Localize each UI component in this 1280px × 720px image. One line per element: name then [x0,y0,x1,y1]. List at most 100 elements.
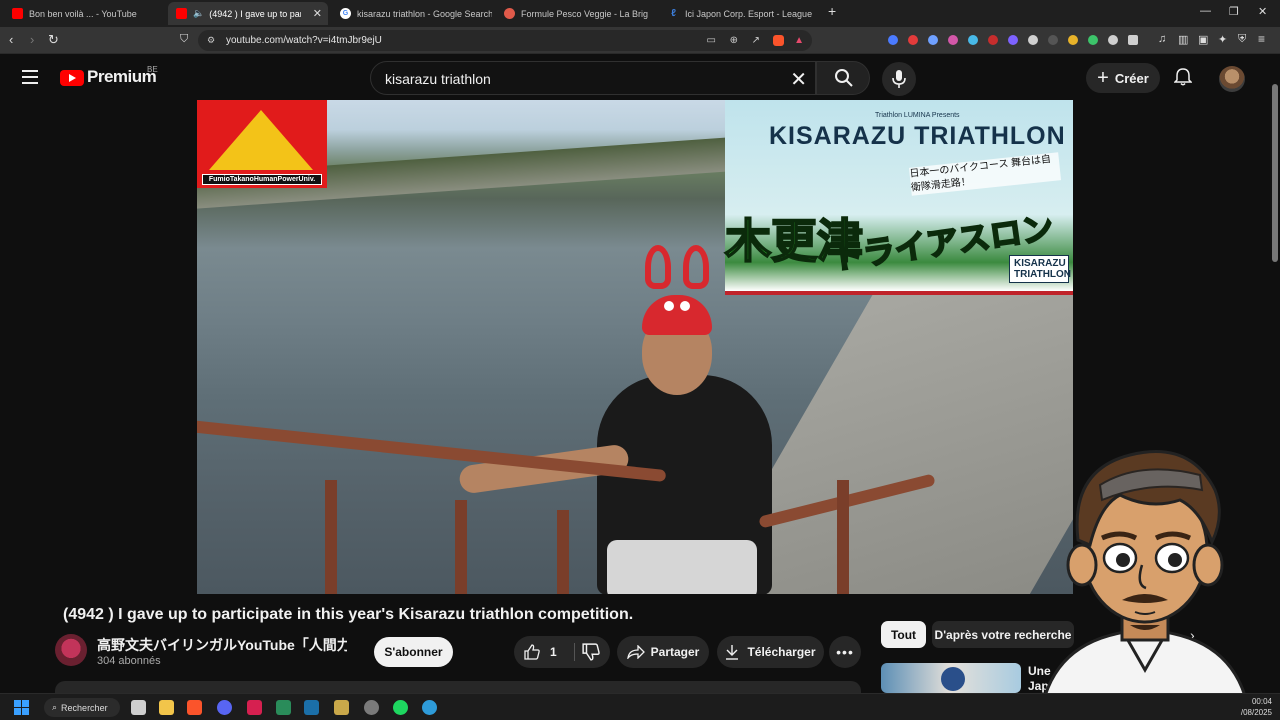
taskbar-search[interactable]: ⌕ Rechercher [44,698,120,717]
browser-tab[interactable]: Formule Pesco Veggie - La Brigade d [496,2,656,25]
like-divider [574,643,575,661]
menu-icon[interactable]: ≡ [1258,32,1265,46]
scrollbar-thumb[interactable] [1272,84,1278,262]
extension-icon[interactable] [948,35,958,45]
windows-start-icon[interactable] [14,700,29,715]
search-input[interactable]: kisarazu triathlon [385,71,491,87]
video-crab-hat-claw [645,245,671,289]
back-icon[interactable]: ‹ [9,32,13,47]
voice-search-button[interactable] [882,62,916,96]
channel-name[interactable]: 高野文夫バイリンガルYouTube「人間力... [97,635,347,655]
tab-title: Formule Pesco Veggie - La Brigade d [521,8,648,19]
brave-rewards-icon[interactable]: ▲ [794,35,804,46]
video-railing-post [837,480,849,594]
video-person-cap [642,295,712,335]
like-button[interactable]: 1 [524,644,557,660]
channel-avatar[interactable] [55,634,87,666]
zoom-icon[interactable]: ⊕ [730,35,738,46]
logo-card-label: FumioTakanoHumanPowerUniv. [202,174,322,185]
address-bar[interactable]: ⚙ youtube.com/watch?v=i4tmJbr9ejU ▭ ⊕ ↗ … [198,30,812,51]
wallet-icon[interactable]: ▣ [1198,33,1208,46]
subscriber-count: 304 abonnés [97,655,161,667]
screenshot-icon[interactable] [1128,35,1138,45]
task-view-icon[interactable] [131,700,146,715]
chip-all[interactable]: Tout [881,621,926,648]
vpn-icon[interactable]: ⛨ [1238,33,1246,46]
account-avatar[interactable] [1219,66,1245,92]
more-actions-button[interactable]: ••• [829,636,861,668]
steam-icon[interactable] [304,700,319,715]
extension-icon[interactable] [908,35,918,45]
youtube-favicon-icon [12,8,23,19]
new-tab-button[interactable]: + [828,3,836,19]
subscribe-button[interactable]: S'abonner [374,637,453,667]
video-player[interactable]: FumioTakanoHumanPowerUniv. Triathlon LUM… [197,100,1073,594]
brave-browser-icon[interactable] [187,700,202,715]
microphone-icon [892,70,906,88]
clear-search-icon[interactable]: ✕ [790,67,807,92]
file-explorer-icon[interactable] [159,700,174,715]
forward-icon[interactable]: › [30,32,34,47]
poster-title: KISARAZU TRIATHLON [769,122,1066,150]
browser-tab[interactable]: G kisarazu triathlon - Google Search [332,2,492,25]
obs-icon[interactable] [364,700,379,715]
thumbs-down-icon[interactable] [582,643,600,661]
youtube-logo-icon[interactable] [60,70,84,86]
browser-tab[interactable]: Bon ben voilà ... - YouTube [4,2,164,25]
page-scrollbar[interactable] [1270,54,1280,694]
leo-ai-icon[interactable]: ✦ [1218,33,1227,46]
google-favicon-icon: G [340,8,351,19]
league-client-icon[interactable] [334,700,349,715]
tab-title: Bon ben voilà ... - YouTube [29,8,137,19]
extension-icon[interactable] [1048,35,1058,45]
close-window-icon[interactable]: ✕ [1258,5,1267,18]
video-title: (4942 ) I gave up to participate in this… [63,606,634,623]
brave-shield-icon[interactable] [773,35,784,46]
music-icon[interactable]: ♫ [1158,33,1166,45]
recommended-video-thumbnail[interactable] [881,663,1021,693]
extension-icon[interactable] [968,35,978,45]
app-icon[interactable] [276,700,291,715]
tab-title: (4942 ) I gave up to partic [209,8,301,19]
share-icon [626,645,645,659]
search-button[interactable] [816,61,870,95]
share-button[interactable]: Partager [617,636,709,668]
extension-icon[interactable] [988,35,998,45]
notifications-bell-icon[interactable] [1174,68,1192,86]
browser-tab[interactable]: ℓ Ici Japon Corp. Esport - Leaguepedia [660,2,820,25]
extension-icon[interactable] [1088,35,1098,45]
download-button[interactable]: Télécharger [717,636,824,668]
like-dislike-group: 1 [514,636,610,668]
extension-icon[interactable] [1068,35,1078,45]
minimize-icon[interactable]: — [1200,5,1211,17]
cast-icon[interactable]: ▭ [707,35,716,46]
extension-icon[interactable] [1008,35,1018,45]
search-box[interactable]: kisarazu triathlon ✕ [370,61,816,95]
extension-icon[interactable] [928,35,938,45]
share-page-icon[interactable]: ↗ [752,35,760,46]
browser-tab-active[interactable]: 🔈 (4942 ) I gave up to partic ✕ [168,2,328,25]
spotify-icon[interactable] [393,700,408,715]
bookmark-icon[interactable]: ⛉ [180,33,188,46]
hamburger-menu-icon[interactable] [22,70,38,88]
sidebar-icon[interactable]: ▥ [1178,33,1188,46]
system-clock[interactable]: 00:04 /08/2025 [1241,696,1272,718]
clock-date: /08/2025 [1240,708,1272,717]
reload-icon[interactable]: ↻ [48,32,59,48]
create-button[interactable]: + Créer [1086,63,1160,93]
channel-logo-overlay: FumioTakanoHumanPowerUniv. [197,100,327,188]
close-tab-icon[interactable]: ✕ [313,7,322,20]
app-icon[interactable] [247,700,262,715]
extension-icon[interactable] [1028,35,1038,45]
create-label: Créer [1114,70,1149,86]
description-box[interactable] [55,681,861,693]
restore-icon[interactable]: ❐ [1229,5,1239,18]
site-info-icon[interactable]: ⚙ [207,35,215,46]
discord-icon[interactable] [217,700,232,715]
edge-browser-icon[interactable] [422,700,437,715]
extension-icon[interactable] [888,35,898,45]
thumbs-up-icon [524,644,540,660]
premium-logo-text[interactable]: Premium [87,67,157,87]
region-code: BE [147,65,158,74]
extensions-puzzle-icon[interactable] [1108,35,1118,45]
